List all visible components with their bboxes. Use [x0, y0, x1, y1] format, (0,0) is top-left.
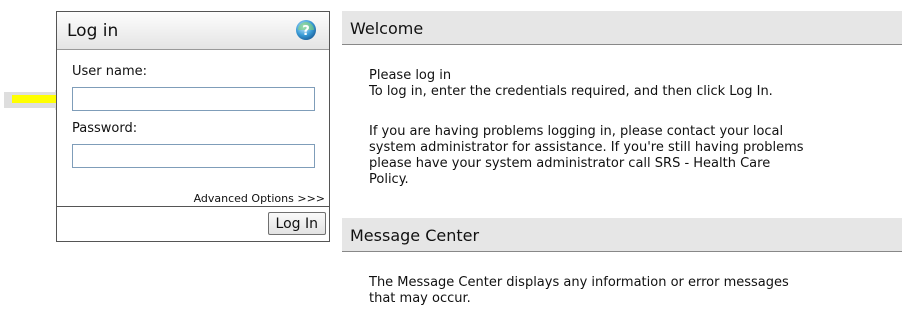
welcome-help-line1: If you are having problems logging in, p…: [369, 124, 784, 139]
username-label: User name:: [72, 64, 148, 79]
username-input[interactable]: [72, 87, 315, 111]
login-button[interactable]: Log In: [267, 212, 326, 235]
login-header: Log in ?: [57, 12, 329, 50]
welcome-help-line3: please have your system administrator ca…: [369, 156, 771, 171]
svg-text:?: ?: [302, 24, 310, 39]
help-icon[interactable]: ?: [295, 19, 317, 41]
message-center-text: The Message Center displays any informat…: [369, 275, 789, 307]
password-label: Password:: [72, 121, 138, 136]
message-center-header: Message Center: [342, 218, 902, 252]
login-title: Log in: [67, 21, 119, 41]
welcome-help-line2: system administrator for assistance. If …: [369, 140, 804, 155]
login-footer: Log In: [57, 206, 329, 241]
welcome-instructions: Please log in To log in, enter the crede…: [369, 68, 773, 100]
message-center-line2: that may occur.: [369, 291, 471, 306]
message-center-title: Message Center: [350, 226, 480, 245]
welcome-line1: Please log in: [369, 68, 452, 83]
message-center-line1: The Message Center displays any informat…: [369, 275, 789, 290]
login-panel: Log in ? User name: Password: Advanced O…: [56, 11, 330, 242]
welcome-header: Welcome: [342, 11, 902, 45]
welcome-line2: To log in, enter the credentials require…: [369, 84, 773, 99]
welcome-help-text: If you are having problems logging in, p…: [369, 124, 804, 188]
password-input[interactable]: [72, 144, 315, 168]
welcome-title: Welcome: [350, 19, 424, 38]
advanced-options-link[interactable]: Advanced Options >>>: [194, 192, 325, 205]
welcome-help-line4: Policy.: [369, 172, 409, 187]
